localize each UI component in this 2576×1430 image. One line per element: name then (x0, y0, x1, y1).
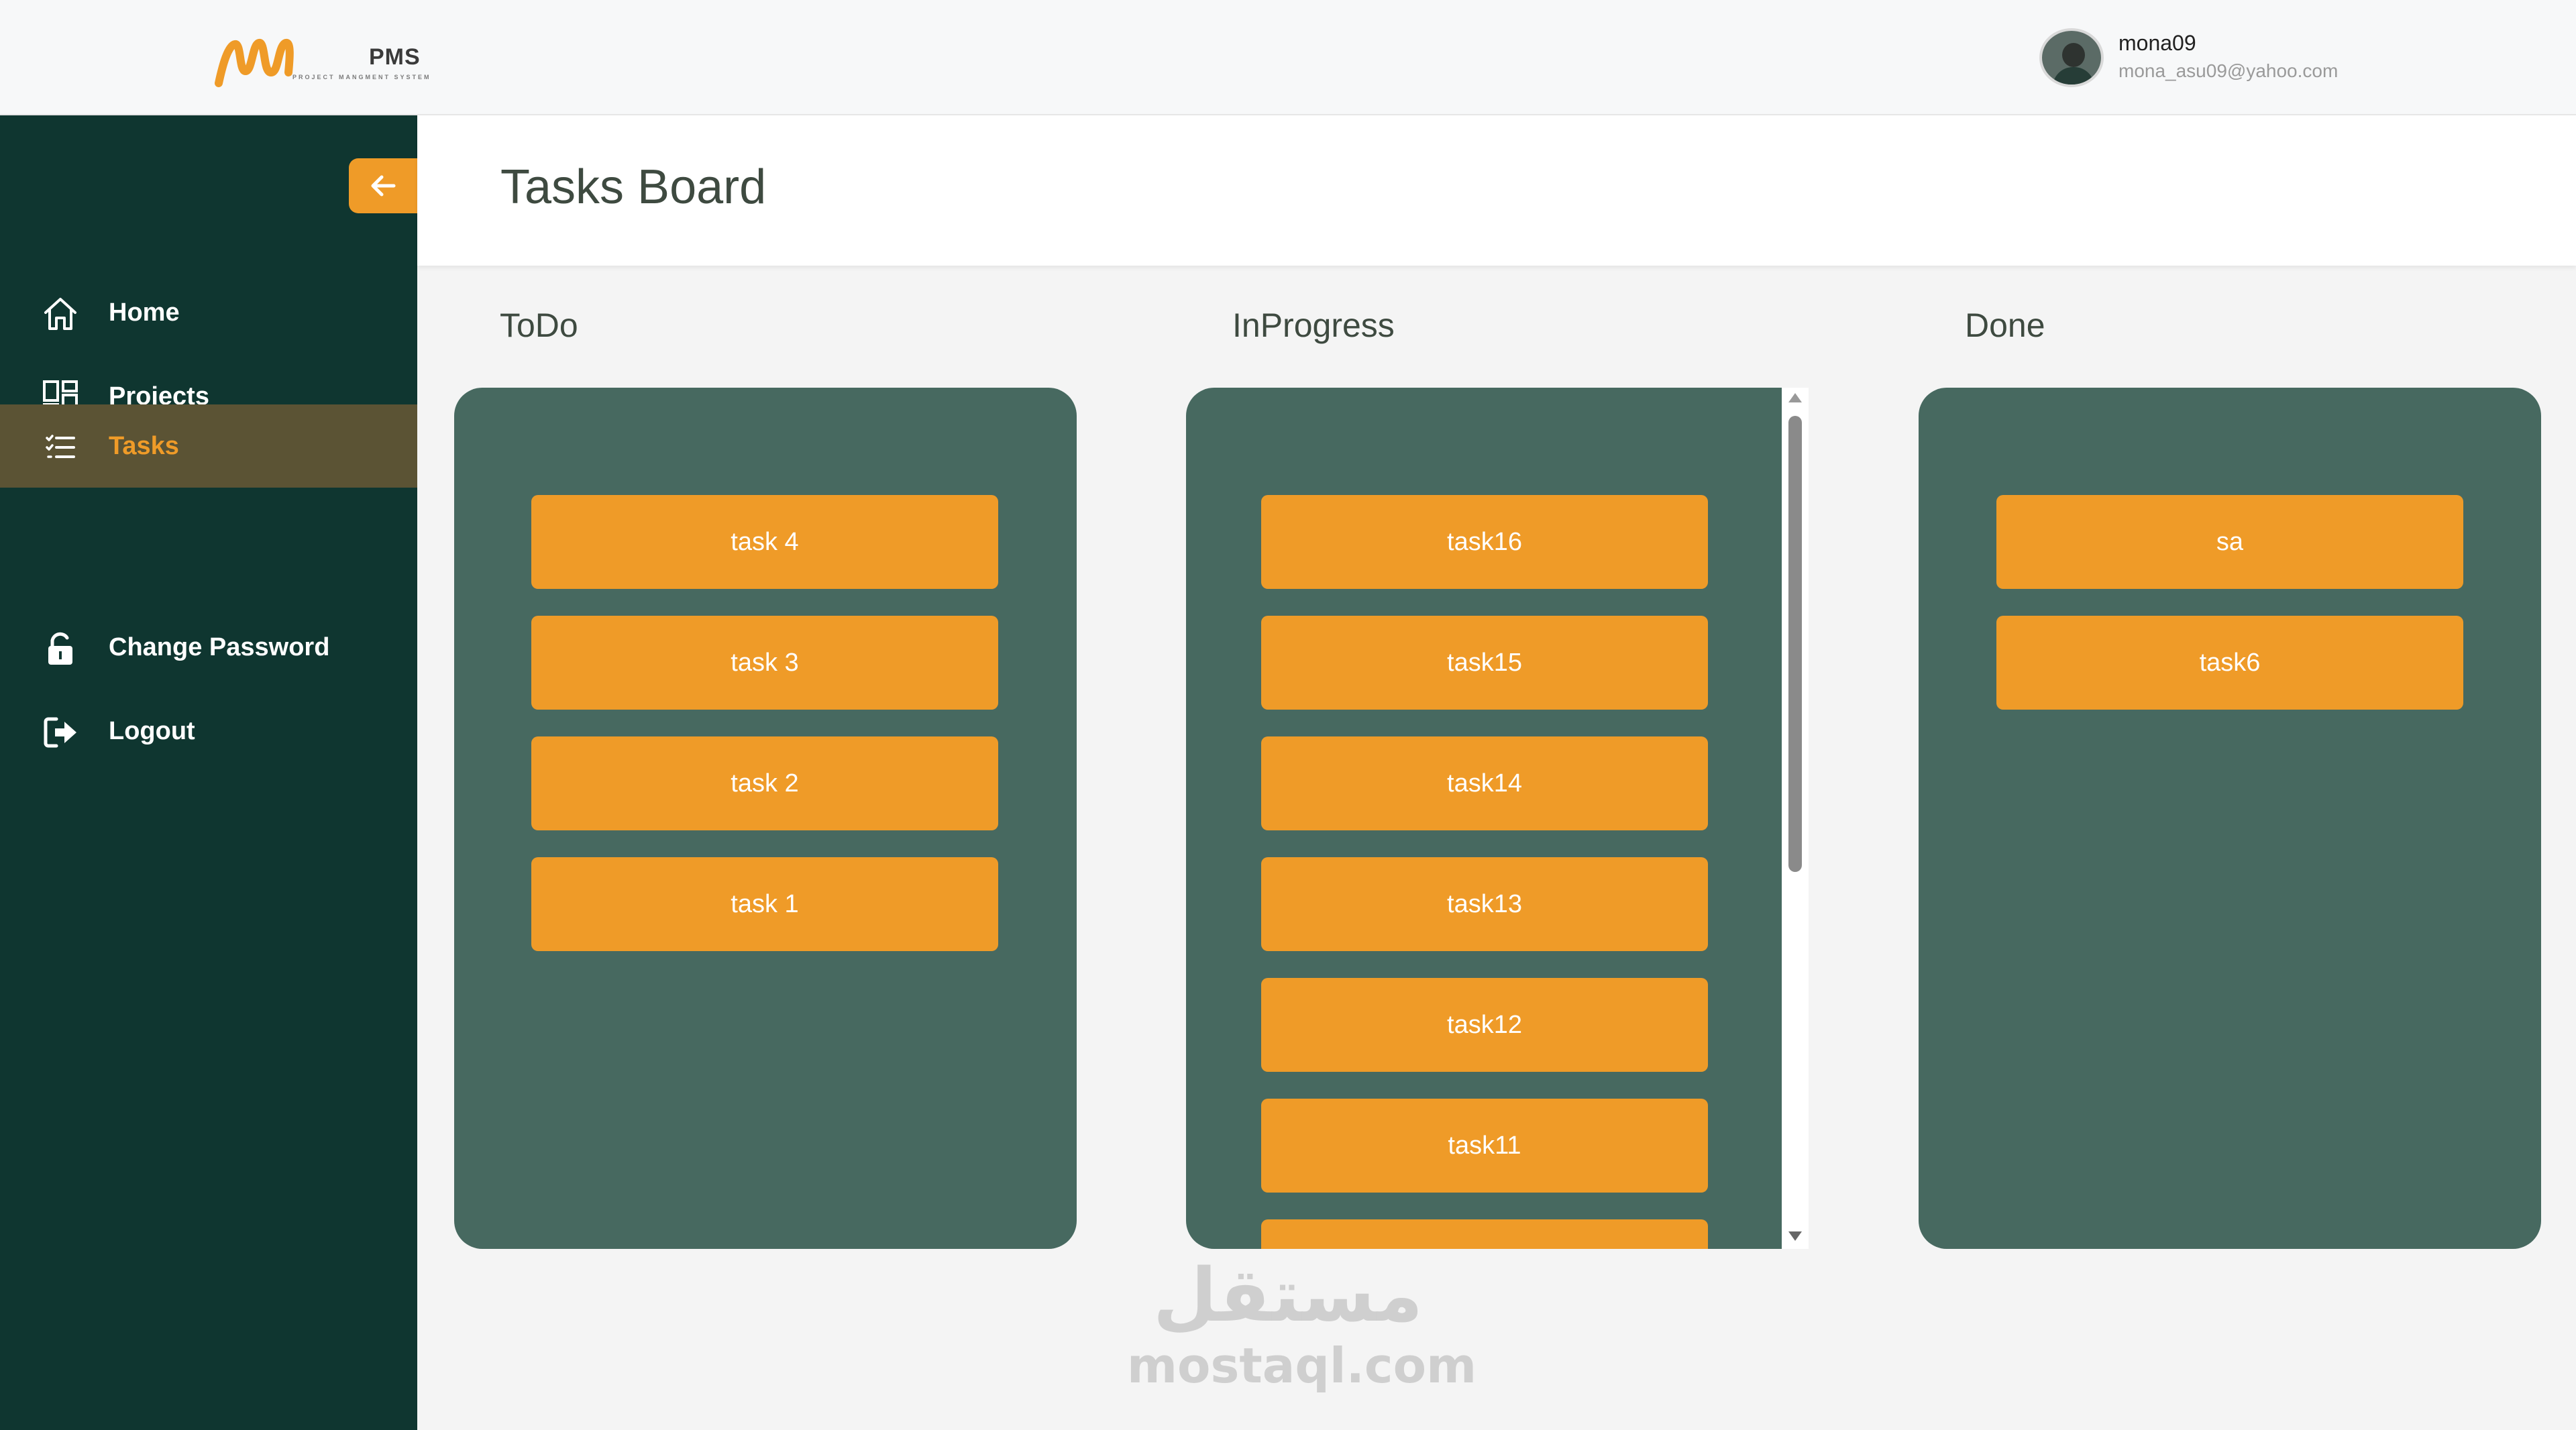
column-title-done: Done (1965, 307, 2045, 344)
task-card[interactable]: task14 (1261, 736, 1708, 830)
sidebar-item-home[interactable]: Home (0, 271, 417, 354)
avatar[interactable] (2039, 28, 2104, 87)
user-email: mona_asu09@yahoo.com (2118, 60, 2339, 81)
watermark-arabic: مستقل (1152, 1252, 1424, 1338)
user-profile[interactable]: mona09 mona_asu09@yahoo.com (2039, 28, 2415, 89)
task-card[interactable]: task 1 (531, 857, 998, 951)
inprogress-scrollbar[interactable] (1782, 388, 1809, 1249)
task-card[interactable]: task6 (1996, 616, 2463, 710)
task-card[interactable]: task13 (1261, 857, 1708, 951)
todo-column[interactable]: task 4 task 3 task 2 task 1 (454, 388, 1077, 1249)
task-card[interactable]: task 3 (531, 616, 998, 710)
watermark: مستقل mostaql.com (1127, 1252, 1477, 1413)
page-header: Tasks Board (417, 115, 2576, 266)
scroll-down-arrow-icon[interactable] (1788, 1231, 1802, 1241)
sidebar: Home Projects Tasks Change Password Logo… (0, 115, 417, 1430)
sidebar-item-label: Change Password (109, 632, 330, 661)
sidebar-item-logout[interactable]: Logout (0, 690, 417, 773)
scrollbar-thumb[interactable] (1788, 416, 1802, 872)
logout-icon (44, 717, 76, 748)
task-card[interactable]: task15 (1261, 616, 1708, 710)
list-icon (46, 435, 75, 458)
sidebar-item-label: Home (109, 298, 180, 327)
logo-mark-icon (215, 39, 294, 87)
task-card[interactable]: task11 (1261, 1099, 1708, 1193)
task-card[interactable] (1261, 1219, 1708, 1249)
task-card[interactable]: task12 (1261, 978, 1708, 1072)
top-navbar: PMS PROJECT MANGMENT SYSTEM mona09 mona_… (0, 0, 2576, 115)
home-icon (44, 298, 76, 330)
task-card[interactable]: task16 (1261, 495, 1708, 589)
sidebar-collapse-button[interactable] (349, 158, 417, 213)
sidebar-item-change-password[interactable]: Change Password (0, 606, 417, 689)
task-card[interactable]: task 2 (531, 736, 998, 830)
user-name: mona09 (2118, 31, 2196, 55)
task-card[interactable]: sa (1996, 495, 2463, 589)
done-column[interactable]: sa task6 (1919, 388, 2541, 1249)
task-card[interactable]: task 4 (531, 495, 998, 589)
sidebar-item-label: Logout (109, 716, 195, 745)
watermark-latin: mostaql.com (1127, 1337, 1477, 1394)
scroll-up-arrow-icon[interactable] (1788, 393, 1802, 402)
app-logo[interactable]: PMS PROJECT MANGMENT SYSTEM (213, 31, 482, 91)
arrow-left-icon (371, 175, 396, 197)
page-title: Tasks Board (500, 160, 767, 214)
sidebar-item-tasks[interactable]: Tasks (0, 404, 417, 488)
column-title-todo: ToDo (500, 307, 578, 344)
logo-subtitle: PROJECT MANGMENT SYSTEM (292, 74, 431, 80)
inprogress-column[interactable]: task16 task15 task14 task13 task12 task1… (1186, 388, 1783, 1249)
logo-title: PMS (369, 44, 421, 70)
column-title-inprogress: InProgress (1232, 307, 1395, 344)
lock-icon (48, 632, 72, 665)
sidebar-item-label: Tasks (109, 431, 179, 460)
